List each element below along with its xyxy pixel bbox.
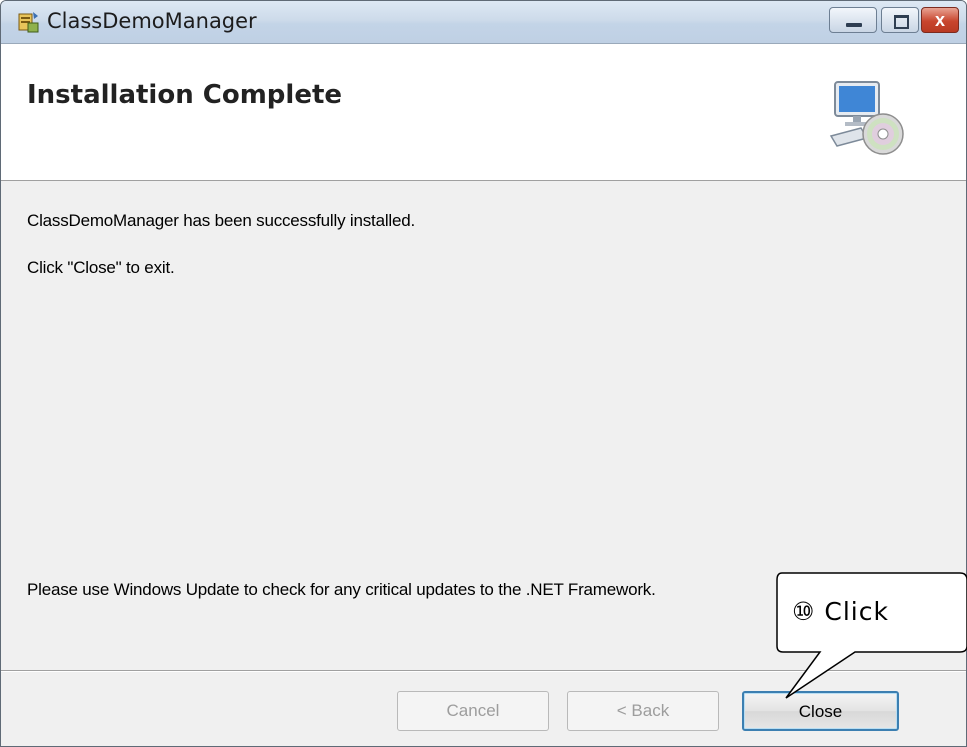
back-button[interactable]: < Back (567, 691, 719, 731)
minimize-icon (846, 23, 862, 27)
window-close-button[interactable]: x (921, 7, 959, 33)
footer-divider-highlight (1, 671, 966, 672)
cancel-button[interactable]: Cancel (397, 691, 549, 731)
dialog-body: ClassDemoManager has been successfully i… (1, 183, 966, 658)
computer-cd-icon (829, 81, 904, 155)
minimize-button[interactable] (829, 7, 877, 33)
title-bar[interactable]: ClassDemoManager x (1, 1, 966, 44)
close-icon: x (934, 10, 945, 30)
success-message: ClassDemoManager has been successfully i… (27, 211, 416, 230)
callout-text: ⑩ Click (792, 597, 889, 626)
page-title: Installation Complete (27, 80, 343, 110)
installer-app-icon (18, 12, 39, 33)
header-banner: Installation Complete (1, 44, 966, 181)
close-button[interactable]: Close (742, 691, 899, 731)
maximize-icon (894, 15, 909, 29)
windows-update-note: Please use Windows Update to check for a… (27, 580, 656, 599)
maximize-button[interactable] (881, 7, 919, 33)
exit-instruction: Click "Close" to exit. (27, 258, 175, 277)
window-title: ClassDemoManager (47, 9, 257, 33)
installer-window: ClassDemoManager x Installation Complete… (0, 0, 967, 747)
